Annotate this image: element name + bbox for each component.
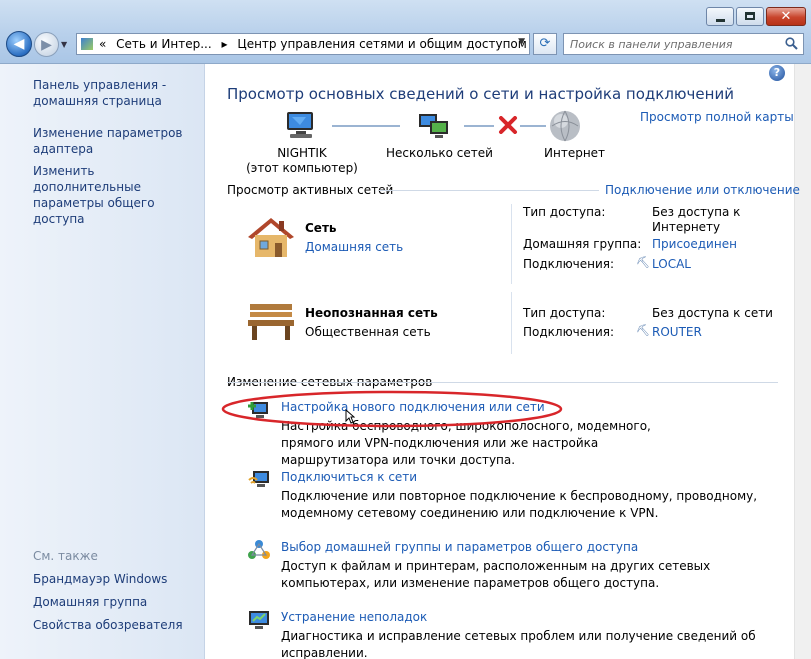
network-1-name: Сеть xyxy=(305,221,337,235)
network-1-divider xyxy=(511,204,512,284)
map-line-2 xyxy=(464,125,494,127)
breadcrumb-network-center[interactable]: Центр управления сетями и общим доступом xyxy=(237,37,526,51)
address-prefix[interactable]: « xyxy=(99,37,106,51)
network-1-type-link[interactable]: Домашняя сеть xyxy=(305,240,403,254)
sidebar-link-homegroup[interactable]: Домашняя группа xyxy=(33,594,147,610)
multiple-networks-label: Несколько сетей xyxy=(386,146,493,160)
change-settings-line xyxy=(227,382,778,383)
page-title: Просмотр основных сведений о сети и наст… xyxy=(227,85,734,103)
search-input[interactable] xyxy=(564,34,786,54)
network-1-homegroup-label: Домашняя группа: xyxy=(523,237,642,251)
back-button[interactable]: ◀ xyxy=(6,31,32,57)
computer-icon xyxy=(287,112,313,138)
network-1-connections-label: Подключения: xyxy=(523,257,615,271)
map-line-1 xyxy=(332,125,400,127)
network-2-connections-label: Подключения: xyxy=(523,325,615,339)
address-dropdown-icon[interactable]: ▼ xyxy=(518,37,525,47)
close-button[interactable]: ✕ xyxy=(766,7,806,26)
network-1-connection-link[interactable]: LOCAL xyxy=(652,257,691,271)
main-content: ? Просмотр основных сведений о сети и на… xyxy=(206,64,811,659)
sidebar-link-sharing[interactable]: Изменить дополнительные параметры общего… xyxy=(33,163,203,227)
mouse-cursor-icon xyxy=(345,409,355,424)
network-1-homegroup-link[interactable]: Присоединен xyxy=(652,237,737,251)
search-box[interactable] xyxy=(563,33,804,55)
breadcrumb-separator-icon[interactable]: ▸ xyxy=(222,37,228,51)
multiple-networks-icon xyxy=(419,114,448,138)
internet-globe-icon xyxy=(550,110,580,142)
full-map-link[interactable]: Просмотр полной карты xyxy=(640,110,794,124)
maximize-button[interactable] xyxy=(736,7,764,26)
homegroup-sharing-icon xyxy=(248,540,270,559)
address-bar[interactable]: « Сеть и Интер... ▸ Центр управления сет… xyxy=(76,33,530,55)
sidebar-link-firewall[interactable]: Брандмауэр Windows xyxy=(33,571,167,587)
minimize-icon xyxy=(716,19,725,22)
network-1-access-label: Тип доступа: xyxy=(523,205,606,219)
active-networks-line xyxy=(379,190,599,191)
active-networks-header: Просмотр активных сетей xyxy=(227,183,394,197)
history-dropdown-icon[interactable]: ▼ xyxy=(61,40,71,50)
task-connect-link[interactable]: Подключиться к сети xyxy=(281,470,417,484)
network-2-access-value: Без доступа к сети xyxy=(652,306,773,320)
close-icon: ✕ xyxy=(780,9,792,24)
network-2-type: Общественная сеть xyxy=(305,325,431,339)
sidebar: Панель управления - домашняя страница Из… xyxy=(0,64,205,659)
sidebar-link-adapter[interactable]: Изменение параметров адаптера xyxy=(33,125,183,157)
ethernet-icon: ⛏ xyxy=(636,324,650,337)
task-connect-desc: Подключение или повторное подключение к … xyxy=(281,489,758,520)
control-panel-icon xyxy=(81,38,93,50)
vertical-scrollbar[interactable] xyxy=(794,64,811,659)
computer-name: NIGHTIK xyxy=(277,146,327,160)
internet-label: Интернет xyxy=(544,146,606,160)
task-homegroup-link[interactable]: Выбор домашней группы и параметров общег… xyxy=(281,540,638,554)
connect-disconnect-link[interactable]: Подключение или отключение xyxy=(605,183,800,197)
maximize-icon xyxy=(745,12,755,20)
forward-button[interactable]: ▶ xyxy=(34,32,59,57)
task-homegroup-desc: Доступ к файлам и принтерам, расположенн… xyxy=(281,559,711,590)
disconnected-x-icon xyxy=(499,116,517,134)
network-2-name: Неопознанная сеть xyxy=(305,306,438,320)
see-also-label: См. также xyxy=(33,549,98,563)
task-troubleshoot-desc: Диагностика и исправление сетевых пробле… xyxy=(281,629,756,659)
connect-to-network-icon xyxy=(248,471,269,487)
sidebar-link-home[interactable]: Панель управления - домашняя страница xyxy=(33,77,183,109)
home-network-icon xyxy=(248,218,294,257)
help-button[interactable]: ? xyxy=(769,65,785,81)
computer-subtitle: (этот компьютер) xyxy=(246,161,358,175)
network-center-window: ✕ ◀ ▶ ▼ « Сеть и Интер... ▸ Центр управл… xyxy=(0,0,811,659)
refresh-button[interactable]: ⟳ xyxy=(533,33,557,55)
network-1-access-value: Без доступа к Интернету xyxy=(652,205,741,234)
arrow-left-icon: ◀ xyxy=(13,36,25,52)
red-highlight-ellipse xyxy=(221,390,563,428)
arrow-right-icon: ▶ xyxy=(41,37,52,53)
ethernet-icon: ⛏ xyxy=(636,256,650,269)
troubleshoot-icon xyxy=(249,611,269,629)
task-troubleshoot-link[interactable]: Устранение неполадок xyxy=(281,610,427,624)
network-2-access-label: Тип доступа: xyxy=(523,306,606,320)
network-2-divider xyxy=(511,292,512,354)
public-network-bench-icon xyxy=(248,304,294,340)
search-icon[interactable] xyxy=(785,37,798,50)
minimize-button[interactable] xyxy=(706,7,734,26)
breadcrumb-network-internet[interactable]: Сеть и Интер... xyxy=(116,37,212,51)
sidebar-link-internet-options[interactable]: Свойства обозревателя xyxy=(33,617,183,633)
refresh-icon: ⟳ xyxy=(539,36,551,51)
map-line-3 xyxy=(520,125,546,127)
network-2-connection-link[interactable]: ROUTER xyxy=(652,325,702,339)
title-bar: ✕ ◀ ▶ ▼ « Сеть и Интер... ▸ Центр управл… xyxy=(0,0,811,64)
